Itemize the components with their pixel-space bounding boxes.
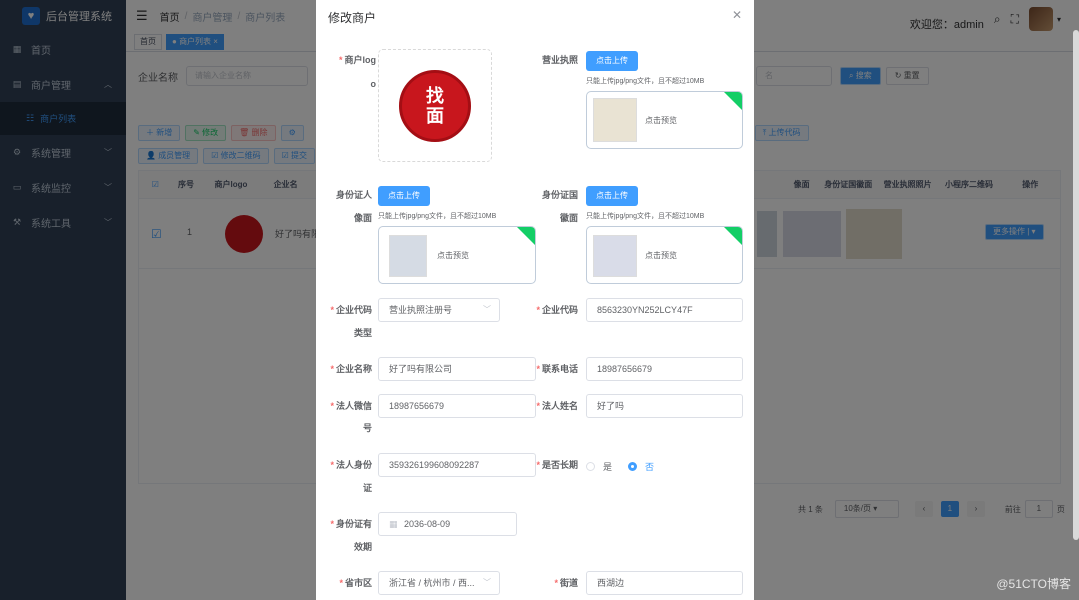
label-legal-id-wrap: 证 [362, 483, 372, 493]
label-phone: * 联系电话 [536, 364, 578, 374]
success-corner-icon [724, 92, 742, 110]
code-input[interactable]: 8563230YN252LCY47F [586, 298, 743, 322]
code-type-value: 营业执照注册号 [389, 305, 453, 315]
label-legal-name: * 法人姓名 [536, 401, 578, 411]
radio-label: 是 [603, 462, 613, 472]
id-front-upload-button[interactable]: 点击上传 [378, 186, 430, 206]
phone-input[interactable]: 18987656679 [586, 357, 743, 381]
label-text: 省市区 [344, 578, 372, 588]
radio-circle [586, 462, 595, 471]
calendar-icon: ▦ [389, 519, 398, 529]
legal-id-input[interactable]: 359326199608092287 [378, 453, 536, 477]
long-term-yes-radio[interactable]: 是 [586, 460, 612, 473]
seal-char-1: 找 [426, 85, 444, 106]
label-text: 企业名称 [335, 364, 372, 374]
label-wechat: * 法人微信 [330, 401, 372, 411]
logo-uploader[interactable]: 找 面 [378, 49, 492, 162]
success-corner-icon [724, 227, 742, 245]
id-back-upload-tip: 只能上传jpg/png文件，且不超过10MB [586, 213, 705, 220]
label-logo-wrap: o [370, 79, 377, 89]
license-upload-tip: 只能上传jpg/png文件，且不超过10MB [586, 78, 705, 85]
label-wechat-wrap: 号 [362, 423, 372, 433]
license-upload-button[interactable]: 点击上传 [586, 51, 638, 71]
long-term-no-radio[interactable]: 否 [628, 460, 654, 473]
legal-name-input[interactable]: 好了吗 [586, 394, 743, 418]
id-front-thumb [389, 235, 427, 277]
label-text: 联系电话 [541, 364, 578, 374]
label-text: 企业代码 [335, 305, 372, 315]
chevron-down-icon: ﹀ [483, 305, 491, 314]
label-id-front: 身份证人 [335, 190, 372, 200]
label-license: 营业执照 [541, 55, 578, 65]
id-back-thumb [593, 235, 637, 277]
page-scrollbar[interactable] [1073, 30, 1079, 540]
expiry-date-picker[interactable]: ▦ 2036-08-09 [378, 512, 517, 536]
label-logo: * 商户log [338, 55, 377, 65]
label-text: 法人微信 [335, 401, 372, 411]
id-back-preview-text: 点击预览 [645, 251, 677, 260]
label-expiry-wrap: 效期 [353, 542, 372, 552]
label-code-type-wrap: 类型 [353, 328, 372, 338]
label-text: 企业代码 [541, 305, 578, 315]
label-company: * 企业名称 [330, 364, 372, 374]
label-text: 身份证有 [335, 519, 372, 529]
seal-char-2: 面 [426, 105, 444, 126]
dialog-title: 修改商户 [328, 11, 377, 25]
wechat-input[interactable]: 18987656679 [378, 394, 536, 418]
label-long-term: * 是否长期 [536, 460, 578, 470]
label-id-back-wrap: 徽面 [559, 213, 578, 223]
label-text: 商户log [344, 55, 377, 65]
app-root: ♥ 后台管理系统 ▦ 首页 ▤ 商户管理 ︿ ☷ 商户列表 ⚙ 系统管理 ﹀ ▭… [0, 0, 1079, 600]
edit-merchant-dialog: 修改商户 ✕ * 商户log o 找 面 营业执照 点击上传 只能上传jpg/pn… [316, 0, 754, 600]
chevron-down-icon: ﹀ [483, 578, 491, 587]
region-cascader[interactable]: 浙江省 / 杭州市 / 西... ﹀ [378, 571, 500, 595]
close-icon[interactable]: ✕ [732, 8, 742, 22]
label-region: * 省市区 [339, 578, 372, 588]
label-code-type: * 企业代码 [330, 305, 372, 315]
label-legal-id: * 法人身份 [330, 460, 372, 470]
id-front-preview-text: 点击预览 [437, 251, 469, 260]
label-id-front-wrap: 像面 [353, 213, 372, 223]
id-back-preview-card[interactable]: 点击预览 [586, 226, 743, 284]
license-thumb [593, 98, 637, 142]
radio-circle [628, 462, 637, 471]
company-input[interactable]: 好了吗有限公司 [378, 357, 536, 381]
merchant-logo-image: 找 面 [399, 69, 471, 142]
radio-label: 否 [645, 462, 655, 472]
id-front-preview-card[interactable]: 点击预览 [378, 226, 536, 284]
label-id-back: 身份证国 [541, 190, 578, 200]
label-expiry: * 身份证有 [330, 519, 372, 529]
code-type-select[interactable]: 营业执照注册号 ﹀ [378, 298, 500, 322]
license-preview-card[interactable]: 点击预览 [586, 91, 743, 149]
label-street: * 街道 [554, 578, 578, 588]
expiry-value: 2036-08-09 [404, 519, 451, 529]
watermark: @51CTO博客 [996, 577, 1071, 591]
id-front-upload-tip: 只能上传jpg/png文件，且不超过10MB [378, 213, 497, 220]
region-value: 浙江省 / 杭州市 / 西... [389, 578, 475, 588]
label-text: 是否长期 [541, 460, 578, 470]
label-text: 法人身份 [335, 460, 372, 470]
license-preview-text: 点击预览 [645, 116, 677, 125]
label-text: 法人姓名 [541, 401, 578, 411]
label-text: 街道 [559, 578, 578, 588]
label-code: * 企业代码 [536, 305, 578, 315]
id-back-upload-button[interactable]: 点击上传 [586, 186, 638, 206]
street-input[interactable]: 西湖边 [586, 571, 743, 595]
